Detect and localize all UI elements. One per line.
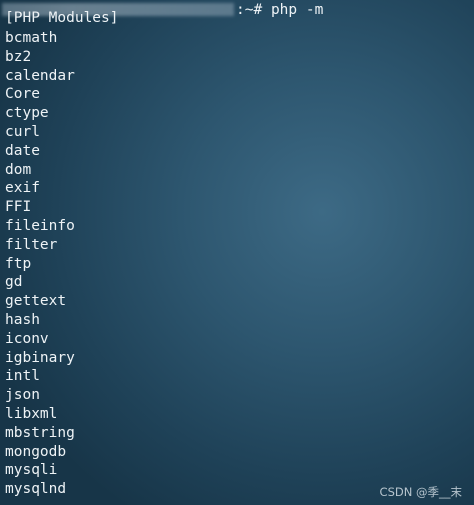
module-item: mbstring (5, 424, 75, 441)
module-item: bcmath (5, 30, 58, 46)
command-output: [PHP Modules] bcmath bz2 calendar Core ctype… (5, 10, 119, 499)
module-item: ftp (5, 255, 32, 272)
watermark: CSDN @季__末 (379, 485, 462, 499)
prompt-command: :~# php -m (236, 0, 323, 20)
module-item: mysqli (5, 462, 58, 479)
module-item: libxml (5, 405, 58, 422)
module-item: calendar (5, 67, 75, 84)
module-item: json (5, 387, 40, 404)
module-item: curl (5, 123, 40, 140)
module-item: hash (5, 311, 40, 328)
module-item: Core (5, 86, 40, 103)
module-item: intl (5, 368, 40, 385)
module-item: FFI (5, 199, 32, 216)
module-item: mysqlnd (5, 481, 67, 498)
prompt-suffix: :~# (236, 2, 263, 18)
module-item: igbinary (5, 349, 75, 366)
terminal-window[interactable]: :~# php -m [PHP Modules] bcmath bz2 calend… (0, 0, 474, 505)
command-text: php -m (270, 2, 324, 18)
module-item: mongodb (5, 443, 67, 460)
module-item: bz2 (5, 48, 32, 65)
module-item: ctype (5, 105, 49, 122)
module-item: fileinfo (5, 217, 75, 234)
module-item: date (5, 142, 40, 159)
module-item: exif (5, 180, 40, 197)
module-item: iconv (5, 330, 49, 347)
module-item: filter (5, 236, 58, 253)
module-item: dom (5, 161, 32, 178)
output-header: [PHP Modules] (5, 10, 119, 26)
module-item: gettext (5, 293, 67, 310)
module-item: gd (5, 274, 23, 291)
